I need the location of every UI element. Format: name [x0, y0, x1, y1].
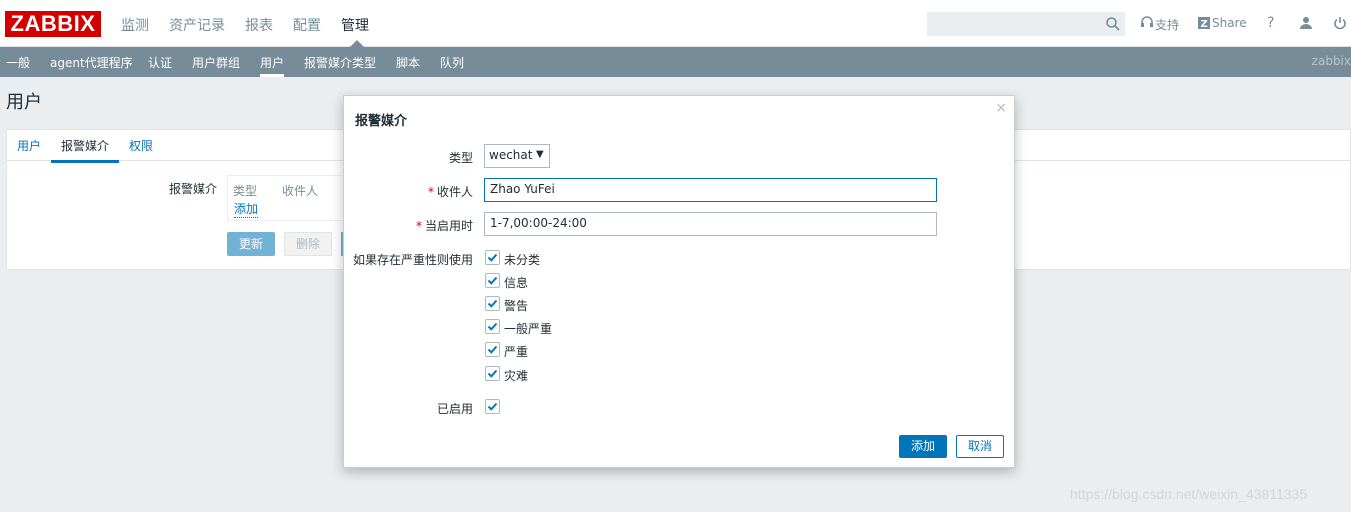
tab-user[interactable]: 用户 — [17, 137, 41, 154]
active-nav-caret — [350, 40, 364, 47]
nav-reports[interactable]: 报表 — [245, 15, 273, 35]
svg-text:Z: Z — [1201, 19, 1208, 30]
subnav-users[interactable]: 用户 — [260, 54, 285, 77]
help-icon[interactable]: ? — [1267, 15, 1274, 31]
when-active-label: * 当启用时 — [415, 219, 473, 233]
page-title: 用户 — [6, 92, 42, 113]
top-bar: ZABBIX 监测 资产记录 报表 配置 管理 支持 Z Share ? — [0, 0, 1351, 47]
enabled-checkbox[interactable] — [485, 399, 500, 414]
tab-permissions[interactable]: 权限 — [129, 137, 153, 154]
search-input[interactable] — [927, 12, 1125, 36]
severity-disaster-label: 灾难 — [504, 369, 529, 383]
severity-not-classified-label: 未分类 — [504, 253, 541, 267]
chevron-down-icon: ▼ — [536, 149, 544, 160]
sub-navigation: 一般 agent代理程序 认证 用户群组 用户 报警媒介类型 脚本 队列 zab… — [0, 47, 1351, 77]
when-active-input[interactable]: 1-7,00:00-24:00 — [484, 212, 937, 236]
support-link[interactable]: 支持 — [1155, 16, 1179, 33]
zabbix-logo[interactable]: ZABBIX — [5, 11, 101, 37]
subnav-proxies[interactable]: agent代理程序 — [50, 54, 133, 71]
delete-button[interactable]: 删除 — [284, 232, 332, 256]
nav-administration[interactable]: 管理 — [341, 15, 369, 35]
severity-average-checkbox[interactable] — [485, 319, 500, 334]
severity-warning-label: 警告 — [504, 299, 529, 313]
col-type-header: 类型 — [233, 184, 258, 198]
share-icon: Z — [1198, 17, 1210, 30]
update-button[interactable]: 更新 — [227, 232, 275, 256]
severity-label: 如果存在严重性则使用 — [352, 253, 473, 267]
headset-icon — [1141, 16, 1153, 27]
nav-monitoring[interactable]: 监测 — [121, 15, 149, 35]
media-dialog: 报警媒介 × 类型 wechat ▼ * 收件人 Zhao YuFei * 当启用时… — [343, 95, 1015, 468]
severity-disaster-checkbox[interactable] — [485, 366, 500, 381]
subnav-general[interactable]: 一般 — [6, 54, 30, 71]
search-icon[interactable] — [1105, 16, 1121, 32]
severity-not-classified-checkbox[interactable] — [485, 250, 500, 265]
subnav-user-groups[interactable]: 用户群组 — [192, 54, 240, 71]
severity-high-label: 严重 — [504, 345, 529, 359]
power-icon[interactable] — [1332, 15, 1348, 31]
close-icon[interactable]: × — [995, 100, 1007, 116]
enabled-label: 已启用 — [436, 402, 473, 416]
share-link[interactable]: Share — [1212, 16, 1247, 30]
watermark: https://blog.csdn.net/weixin_43811335 — [1070, 486, 1308, 502]
tab-media[interactable]: 报警媒介 — [51, 137, 120, 163]
recipient-label: * 收件人 — [427, 185, 473, 199]
severity-high-checkbox[interactable] — [485, 342, 500, 357]
severity-average-label: 一般严重 — [504, 322, 553, 336]
subnav-scripts[interactable]: 脚本 — [396, 54, 420, 71]
server-name: zabbix — [1311, 54, 1351, 68]
add-button[interactable]: 添加 — [899, 435, 947, 458]
media-label: 报警媒介 — [169, 182, 218, 196]
media-add-link[interactable]: 添加 — [234, 200, 259, 218]
recipient-input[interactable]: Zhao YuFei — [484, 178, 937, 202]
severity-information-checkbox[interactable] — [485, 273, 500, 288]
subnav-media-types[interactable]: 报警媒介类型 — [304, 54, 376, 71]
severity-warning-checkbox[interactable] — [485, 296, 500, 311]
dialog-title: 报警媒介 — [355, 114, 408, 129]
cancel-button[interactable]: 取消 — [956, 435, 1004, 458]
subnav-authentication[interactable]: 认证 — [148, 54, 172, 71]
col-recipient-header: 收件人 — [282, 184, 319, 198]
nav-configuration[interactable]: 配置 — [293, 15, 321, 35]
subnav-queue[interactable]: 队列 — [440, 54, 464, 71]
media-table: 类型 收件人 添加 — [227, 175, 347, 221]
user-profile-icon[interactable] — [1298, 15, 1314, 31]
type-label: 类型 — [448, 151, 473, 165]
severity-information-label: 信息 — [504, 276, 529, 290]
nav-inventory[interactable]: 资产记录 — [169, 15, 225, 35]
